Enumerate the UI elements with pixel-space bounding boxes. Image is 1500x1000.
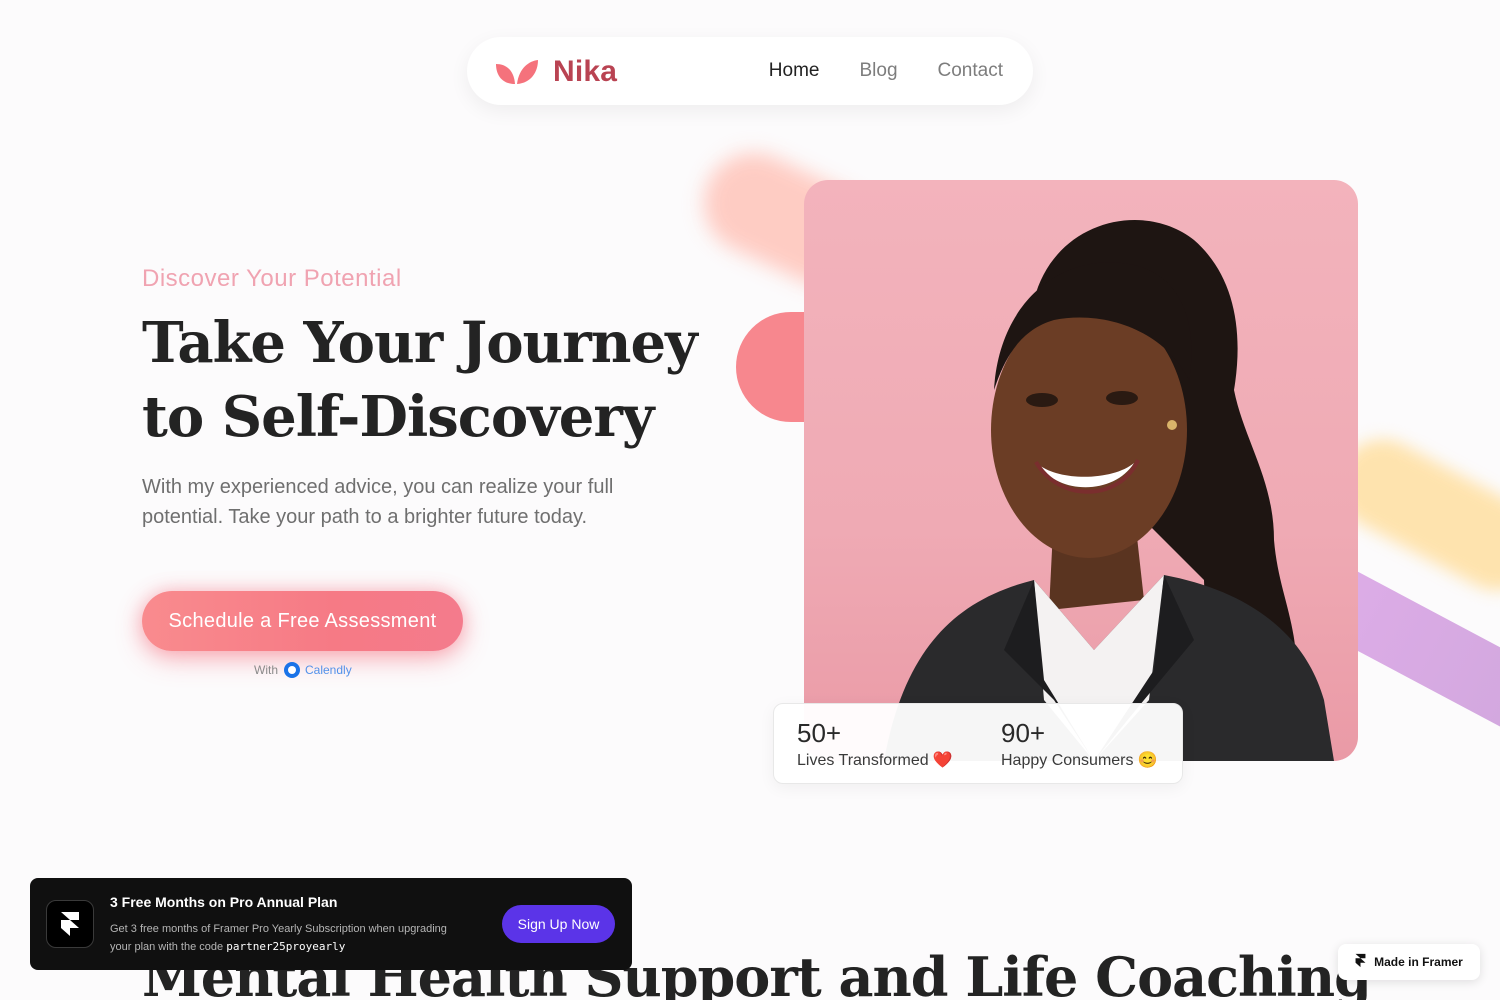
stats-card: 50+ Lives Transformed ❤️ 90+ Happy Consum… — [773, 703, 1183, 784]
nav-contact-link[interactable]: Contact — [938, 60, 1003, 82]
calendly-icon — [284, 662, 300, 678]
stat-label: Happy Consumers 😊 — [1001, 750, 1182, 770]
promo-code: partner25proyearly — [226, 940, 346, 953]
leaf-icon — [495, 58, 539, 86]
nav-home-link[interactable]: Home — [769, 60, 820, 82]
smile-icon: 😊 — [1137, 752, 1158, 769]
nav-blog-link[interactable]: Blog — [859, 60, 897, 82]
brand-name: Nika — [553, 55, 618, 88]
schedule-assessment-button[interactable]: Schedule a Free Assessment — [142, 591, 463, 651]
promo-title: 3 Free Months on Pro Annual Plan — [110, 894, 338, 910]
hero-eyebrow: Discover Your Potential — [142, 265, 402, 292]
hero-subtitle: With my experienced advice, you can real… — [142, 476, 614, 528]
top-navigation: Nika Home Blog Contact — [467, 37, 1033, 105]
nav-links: Home Blog Contact — [769, 60, 1003, 82]
framer-logo-icon — [46, 900, 94, 948]
stat-lives-transformed: 50+ Lives Transformed ❤️ — [774, 704, 978, 783]
stat-happy-consumers: 90+ Happy Consumers 😊 — [978, 704, 1182, 783]
made-in-framer-badge[interactable]: Made in Framer — [1338, 944, 1480, 980]
stat-label-text: Happy Consumers — [1001, 752, 1134, 769]
heart-icon: ❤️ — [932, 752, 953, 769]
page: Nika Home Blog Contact Discover Your Pot… — [0, 0, 1500, 1000]
badge-label: Made in Framer — [1374, 955, 1463, 969]
stat-label-text: Lives Transformed — [797, 752, 929, 769]
calendly-label: Calendly — [305, 663, 352, 677]
framer-icon — [1355, 953, 1374, 971]
stat-value: 90+ — [1001, 718, 1046, 748]
sign-up-now-button[interactable]: Sign Up Now — [502, 905, 615, 943]
coach-portrait — [804, 180, 1358, 761]
stat-value: 50+ — [797, 718, 842, 748]
brand-logo[interactable]: Nika — [495, 55, 617, 89]
stat-label: Lives Transformed ❤️ — [797, 750, 978, 770]
calendly-attribution[interactable]: With Calendly — [254, 662, 352, 678]
hero-title: Take Your Journey to Self-Discovery — [142, 310, 698, 450]
with-label: With — [254, 663, 278, 677]
promo-banner: 3 Free Months on Pro Annual Plan Get 3 f… — [30, 878, 632, 970]
promo-description: Get 3 free months of Framer Pro Yearly S… — [110, 921, 470, 956]
